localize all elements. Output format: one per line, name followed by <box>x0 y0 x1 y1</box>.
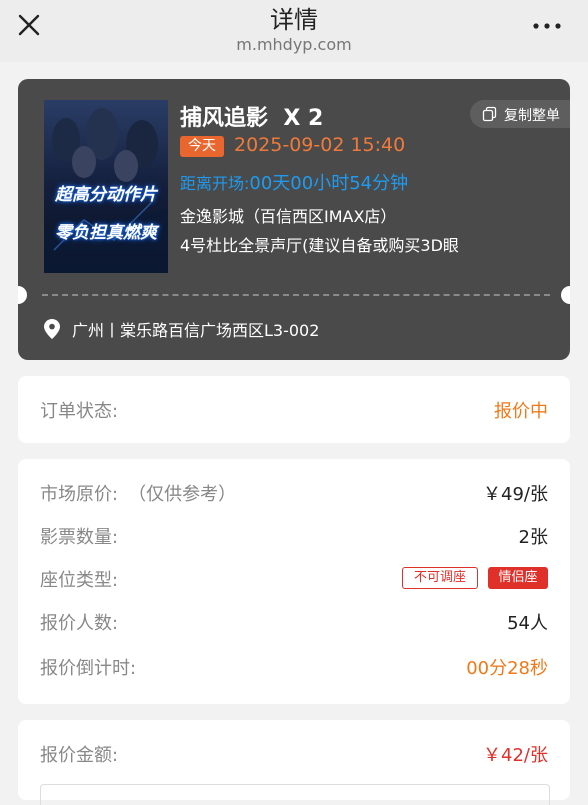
cinema-name: 金逸影城（百信西区IMAX店） <box>180 207 397 226</box>
movie-poster[interactable]: 超高分动作片 零负担真燃爽 <box>44 100 168 273</box>
market-price-value: ￥49/张 <box>483 484 548 505</box>
location-pin-icon <box>44 319 60 339</box>
today-badge: 今天 <box>180 136 224 157</box>
hall-name: 4号杜比全景声厅(建议自备或购买3D眼 <box>180 236 459 255</box>
showtime-countdown: 距离开场:00天00小时54分钟 <box>180 169 408 195</box>
bidders-label: 报价人数: <box>40 613 119 634</box>
seat-tag-not-adjustable: 不可调座 <box>402 567 478 589</box>
ticket-notch-right <box>561 286 570 304</box>
market-price-label: 市场原价: （仅供参考） <box>40 480 236 506</box>
copy-icon <box>482 106 497 122</box>
bidders-value: 54人 <box>507 613 548 634</box>
order-details-card: 市场原价: （仅供参考） ￥49/张 影票数量: 2张 座位类型: 不可调座 情侣… <box>18 459 570 704</box>
seat-type-tags: 不可调座 情侣座 <box>402 567 550 589</box>
quote-timer-value: 00分28秒 <box>466 658 548 679</box>
quote-amount-card: 报价金额: ￥42/张 <box>18 720 570 805</box>
quote-amount-value: ￥42/张 <box>483 745 548 766</box>
copy-order-label: 复制整单 <box>504 108 560 124</box>
countdown-value: 00天00小时54分钟 <box>249 173 409 194</box>
order-status-label: 订单状态: <box>40 401 119 422</box>
quote-input-box[interactable] <box>40 784 550 805</box>
quote-timer-label: 报价倒计时: <box>40 658 137 679</box>
market-price-note: （仅供参考） <box>128 484 237 505</box>
market-price-label-text: 市场原价: <box>40 484 119 505</box>
order-status-value: 报价中 <box>494 401 548 422</box>
ticket-count-label: 影票数量: <box>40 527 119 548</box>
order-status-card: 订单状态: 报价中 <box>18 376 570 443</box>
movie-title: 捕风追影 X 2 <box>180 106 324 131</box>
more-button[interactable] <box>528 14 568 38</box>
showtime: 2025-09-02 15:40 <box>234 134 406 156</box>
seat-tag-couple: 情侣座 <box>488 567 548 589</box>
top-bar: 详情 m.mhdyp.com <box>0 0 588 62</box>
cinema-address[interactable]: 广州丨棠乐路百信广场西区L3-002 <box>72 317 319 341</box>
ticket-card: 超高分动作片 零负担真燃爽 捕风追影 X 2 复制整单 今天 2025-09-0… <box>18 79 570 360</box>
copy-order-button[interactable]: 复制整单 <box>470 100 570 128</box>
poster-tagline-1: 超高分动作片 <box>55 185 157 205</box>
quote-amount-label: 报价金额: <box>40 745 119 766</box>
more-icon <box>533 23 561 29</box>
page-title: 详情 <box>270 6 318 34</box>
countdown-prefix: 距离开场: <box>180 174 250 193</box>
ticket-count-value: 2张 <box>518 527 548 548</box>
seat-type-label: 座位类型: <box>40 570 119 591</box>
ticket-divider <box>42 294 550 296</box>
ticket-notch-left <box>18 286 27 304</box>
page-url: m.mhdyp.com <box>236 35 352 54</box>
poster-tagline-2: 零负担真燃爽 <box>55 223 157 243</box>
